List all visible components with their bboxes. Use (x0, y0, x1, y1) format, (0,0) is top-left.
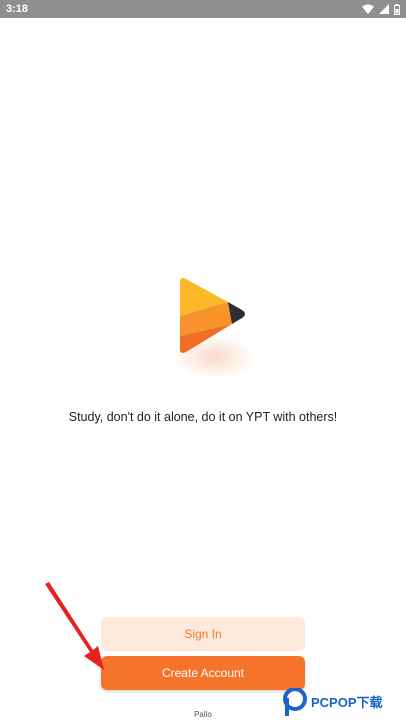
watermark-text: PCPOP下载 (311, 695, 383, 710)
status-bar: 3:18 (0, 0, 406, 18)
play-logo-icon (172, 278, 256, 379)
red-arrow-icon (45, 582, 104, 670)
create-account-button[interactable]: Create Account (101, 656, 305, 690)
status-icons (362, 3, 400, 15)
sign-in-button[interactable]: Sign In (101, 617, 305, 651)
watermark: PCPOP下载 (283, 683, 406, 720)
tagline: Study, don't do it alone, do it on YPT w… (68, 410, 338, 424)
status-time: 3:18 (6, 3, 29, 15)
signal-icon (379, 4, 389, 14)
pcpop-logo-icon (283, 687, 307, 716)
wifi-icon (362, 4, 374, 14)
battery-icon (394, 3, 400, 15)
